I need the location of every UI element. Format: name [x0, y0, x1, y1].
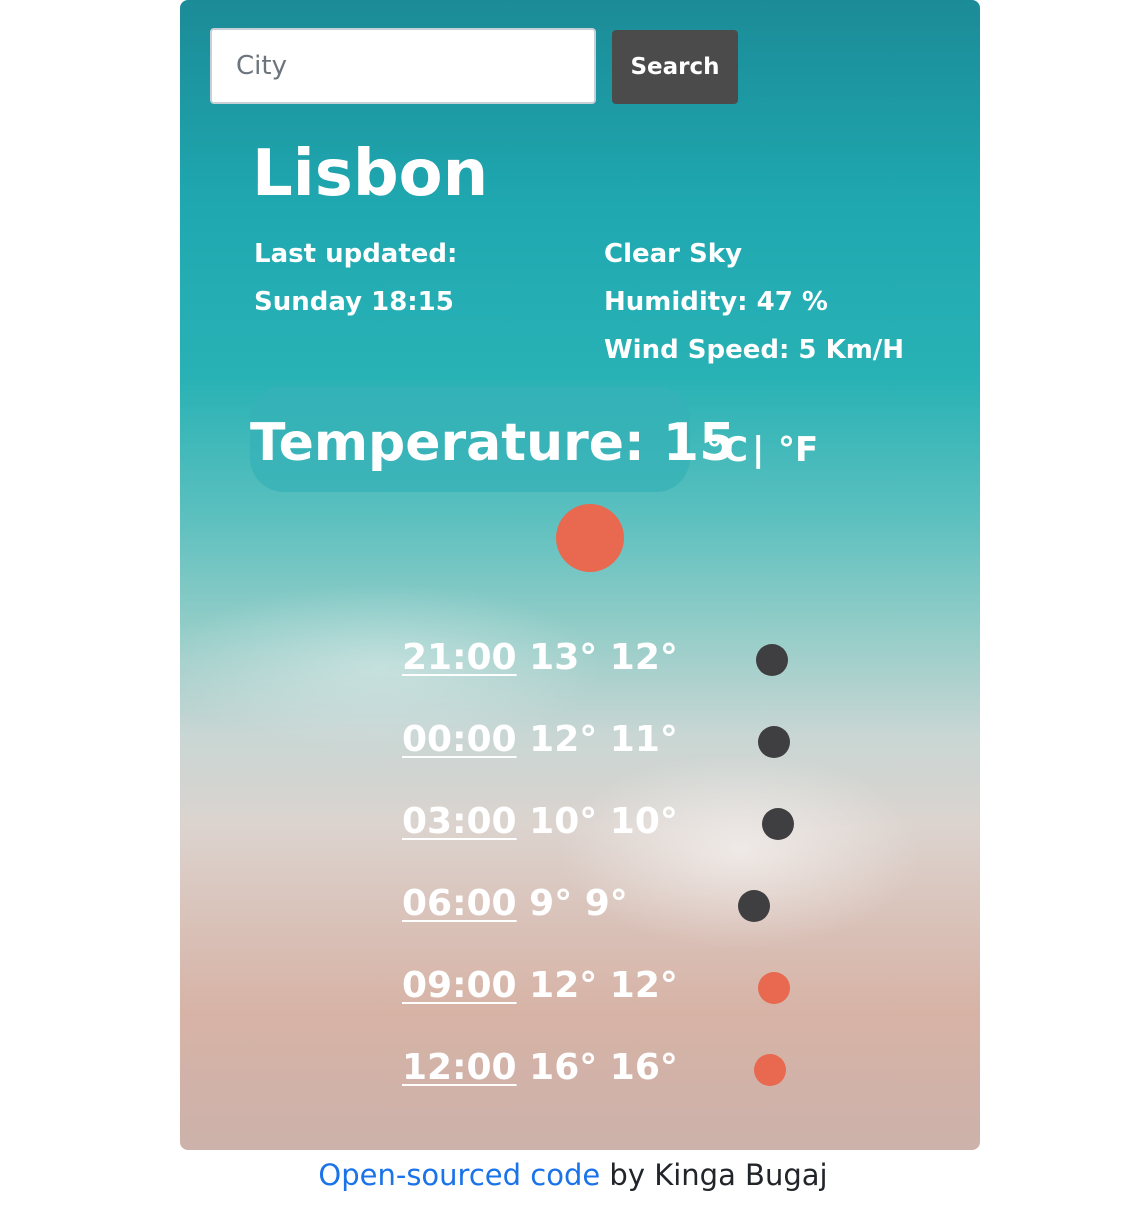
search-button[interactable]: Search: [612, 30, 738, 104]
forecast-row: 00:00 12° 11°: [402, 712, 678, 768]
last-updated-label: Last updated:: [254, 239, 458, 269]
forecast-temps: 13° 12°: [529, 637, 678, 678]
forecast-temps: 12° 11°: [529, 719, 678, 760]
weather-description: Clear Sky: [604, 239, 743, 269]
night-icon: [762, 808, 794, 840]
open-source-link[interactable]: Open-sourced code: [318, 1158, 600, 1192]
night-icon: [738, 890, 770, 922]
unit-separator: |: [752, 430, 765, 470]
forecast-row: 03:00 10° 10°: [402, 794, 678, 850]
last-updated-value: Sunday 18:15: [254, 287, 454, 317]
sun-icon: [556, 504, 624, 572]
forecast-time[interactable]: 12:00: [402, 1047, 517, 1088]
fahrenheit-link[interactable]: °F: [778, 428, 818, 472]
humidity: Humidity: 47 %: [604, 287, 828, 317]
forecast-row: 09:00 12° 12°: [402, 958, 678, 1014]
city-name: Lisbon: [252, 137, 489, 211]
sun-icon: [754, 1054, 786, 1086]
footer: Open-sourced code by Kinga Bugaj: [0, 1152, 1146, 1198]
forecast-row: 21:00 13° 12°: [402, 630, 678, 686]
night-icon: [756, 644, 788, 676]
city-search-input[interactable]: [210, 28, 596, 104]
footer-author: by Kinga Bugaj: [600, 1158, 828, 1192]
sun-icon: [758, 972, 790, 1004]
forecast-temps: 10° 10°: [529, 801, 678, 842]
current-temperature: Temperature: 15: [250, 413, 736, 473]
forecast-row: 12:00 16° 16°: [402, 1040, 678, 1096]
forecast-time[interactable]: 03:00: [402, 801, 517, 842]
forecast-temps: 12° 12°: [529, 965, 678, 1006]
weather-card: Search Lisbon Last updated: Sunday 18:15…: [180, 0, 980, 1150]
forecast-row: 06:00 9° 9°: [402, 876, 628, 932]
wind-speed: Wind Speed: 5 Km/H: [604, 335, 905, 365]
celsius-link[interactable]: °C: [706, 428, 748, 472]
night-icon: [758, 726, 790, 758]
forecast-time[interactable]: 21:00: [402, 637, 517, 678]
forecast-temps: 9° 9°: [529, 883, 628, 924]
forecast-temps: 16° 16°: [529, 1047, 678, 1088]
forecast-time[interactable]: 09:00: [402, 965, 517, 1006]
forecast-time[interactable]: 00:00: [402, 719, 517, 760]
forecast-time[interactable]: 06:00: [402, 883, 517, 924]
